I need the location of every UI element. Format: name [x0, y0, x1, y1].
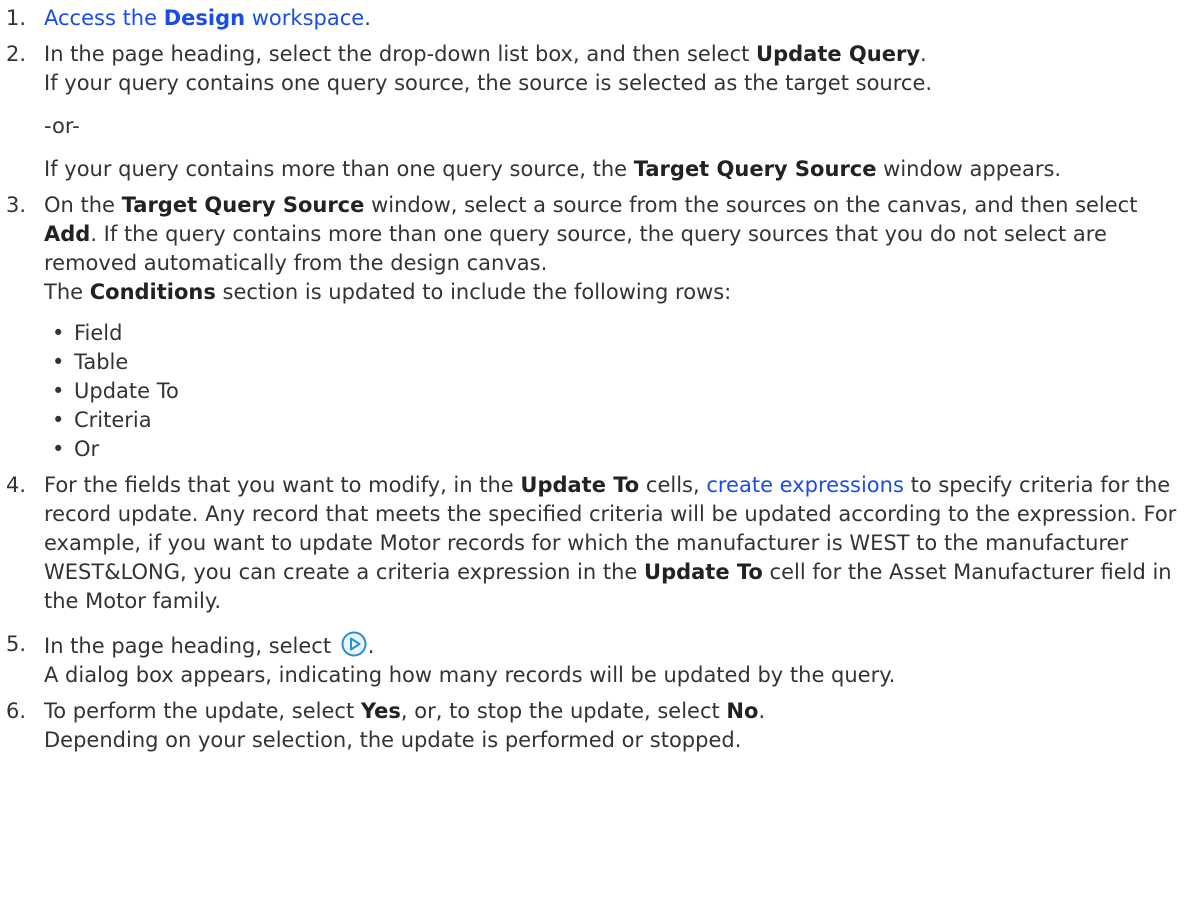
step-3: On the Target Query Source window, selec… [6, 191, 1189, 464]
list-item: Table [52, 348, 1189, 377]
step-2-or: -or- [44, 114, 80, 138]
list-item: Update To [52, 377, 1189, 406]
step-5-instruction: In the page heading, select . [44, 630, 1189, 661]
step-2-result: If your query contains one query source,… [44, 71, 933, 95]
step-6-instruction: To perform the update, select Yes, or, t… [44, 699, 766, 723]
step-6-result: Depending on your selection, the update … [44, 728, 742, 752]
design-workspace-link[interactable]: Access the Design workspace [44, 6, 364, 30]
list-item: Or [52, 435, 1189, 464]
run-query-icon [341, 631, 367, 657]
step-6: To perform the update, select Yes, or, t… [6, 697, 1189, 755]
step-1-text: Access the Design workspace. [44, 6, 371, 30]
list-item: Criteria [52, 406, 1189, 435]
procedure-steps: Access the Design workspace. In the page… [0, 0, 1199, 755]
step-5: In the page heading, select . A dialog b… [6, 630, 1189, 690]
step-2-alt-result: If your query contains more than one que… [44, 157, 1062, 181]
create-expressions-link[interactable]: create expressions [706, 473, 904, 497]
step-2: In the page heading, select the drop-dow… [6, 40, 1189, 184]
step-3-result: The Conditions section is updated to inc… [44, 280, 732, 304]
step-2-instruction: In the page heading, select the drop-dow… [44, 42, 927, 66]
step-3-instruction: On the Target Query Source window, selec… [44, 193, 1138, 275]
conditions-rows-list: Field Table Update To Criteria Or [44, 319, 1189, 464]
step-4: For the fields that you want to modify, … [6, 471, 1189, 616]
list-item: Field [52, 319, 1189, 348]
step-5-result: A dialog box appears, indicating how man… [44, 663, 896, 687]
step-1: Access the Design workspace. [6, 4, 1189, 33]
step-4-text: For the fields that you want to modify, … [44, 473, 1177, 613]
